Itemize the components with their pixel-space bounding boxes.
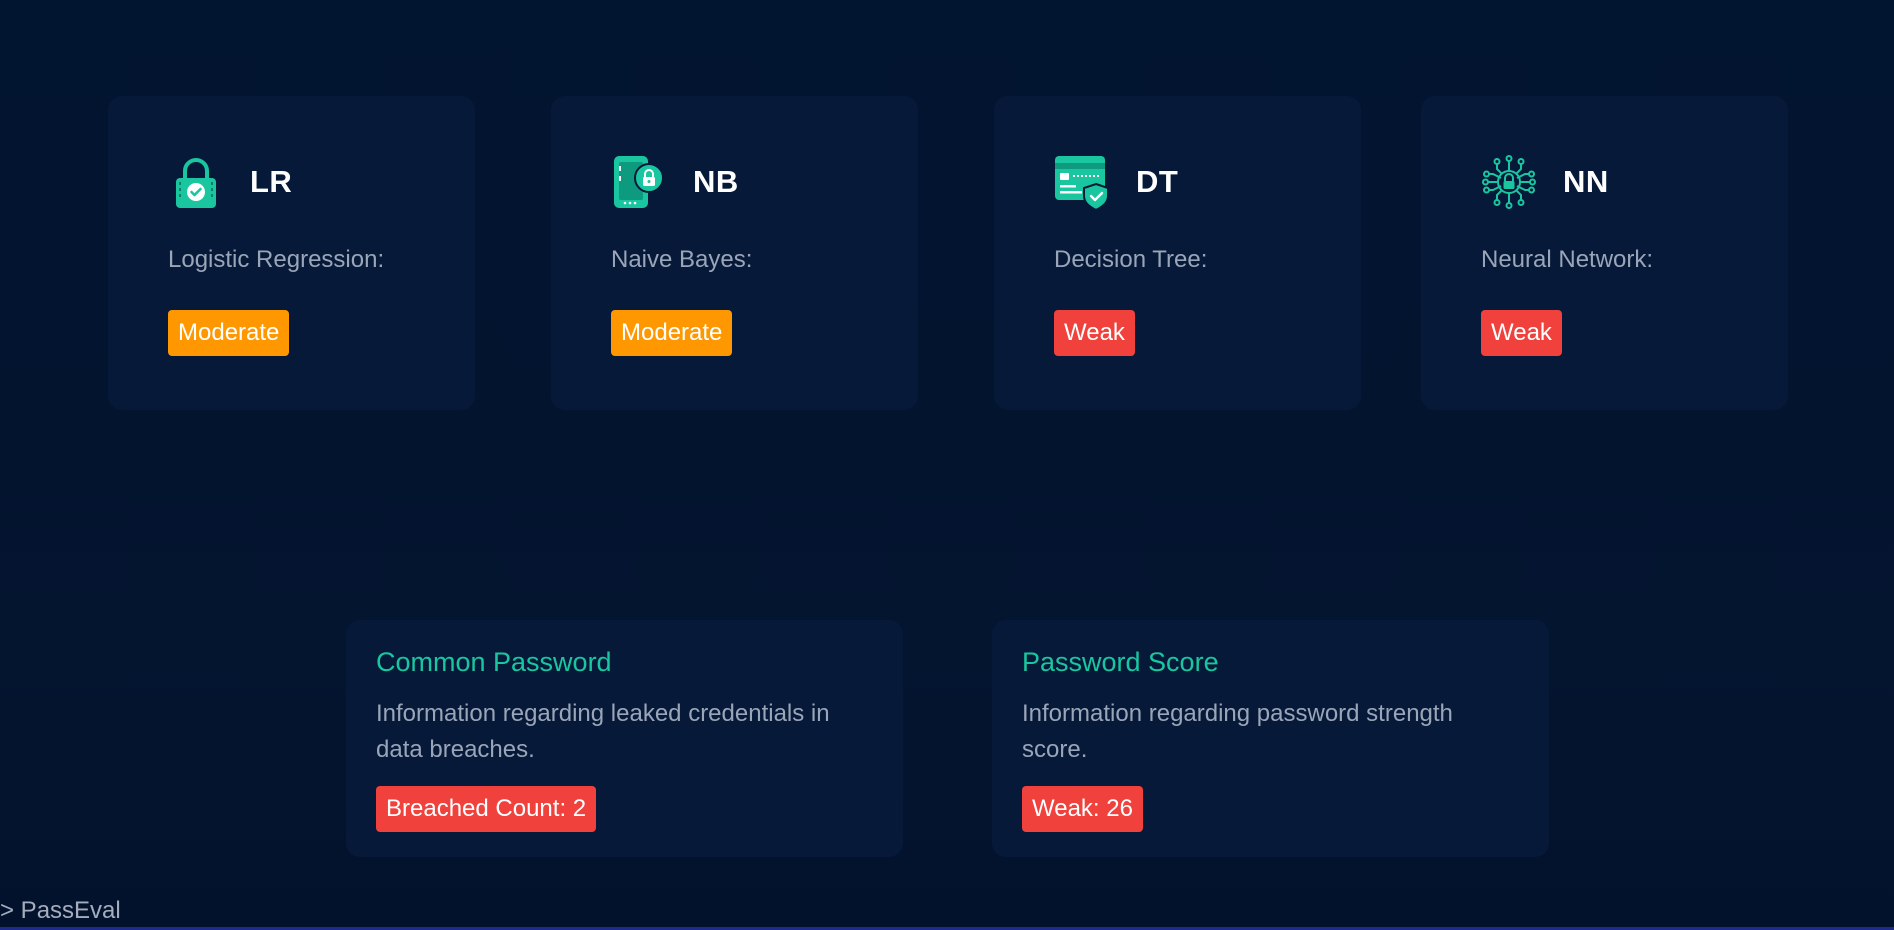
model-card-nn: NN Neural Network: Weak: [1421, 96, 1788, 410]
model-abbreviation: DT: [1136, 164, 1179, 199]
credit-card-shield-icon: [1054, 154, 1110, 210]
circuit-lock-icon: [1481, 154, 1537, 210]
model-abbreviation: NN: [1563, 164, 1609, 199]
password-score-description: Information regarding password strength …: [1022, 700, 1453, 763]
padlock-check-icon: [168, 154, 224, 210]
model-card-lr: LR Logistic Regression: Moderate: [108, 96, 475, 410]
model-header: NN: [1481, 154, 1609, 210]
brand-footer: > PassEval: [0, 897, 121, 924]
password-score-title: Password Score: [1022, 647, 1219, 677]
breached-count-badge: Breached Count: 2: [376, 786, 597, 832]
status-badge: Weak: [1054, 310, 1135, 356]
phone-lock-icon: [611, 154, 667, 210]
model-name: Naive Bayes:: [611, 246, 753, 273]
model-abbreviation: NB: [693, 164, 739, 199]
common-password-title: Common Password: [376, 647, 612, 677]
status-badge: Moderate: [168, 310, 290, 356]
model-header: LR: [168, 154, 292, 210]
model-abbreviation: LR: [250, 164, 293, 199]
model-header: NB: [611, 154, 739, 210]
model-header: DT: [1054, 154, 1178, 210]
model-name: Logistic Regression:: [168, 246, 385, 273]
password-score-badge: Weak: 26: [1022, 786, 1143, 832]
status-badge: Weak: [1481, 310, 1562, 356]
model-name: Neural Network:: [1481, 246, 1654, 273]
password-score-card: Password Score Information regarding pas…: [992, 620, 1549, 857]
model-card-dt: DT Decision Tree: Weak: [994, 96, 1361, 410]
status-badge: Moderate: [611, 310, 733, 356]
model-name: Decision Tree:: [1054, 246, 1208, 273]
common-password-description: Information regarding leaked credentials…: [376, 700, 830, 763]
common-password-card: Common Password Information regarding le…: [346, 620, 903, 857]
model-card-nb: NB Naive Bayes: Moderate: [551, 96, 918, 410]
